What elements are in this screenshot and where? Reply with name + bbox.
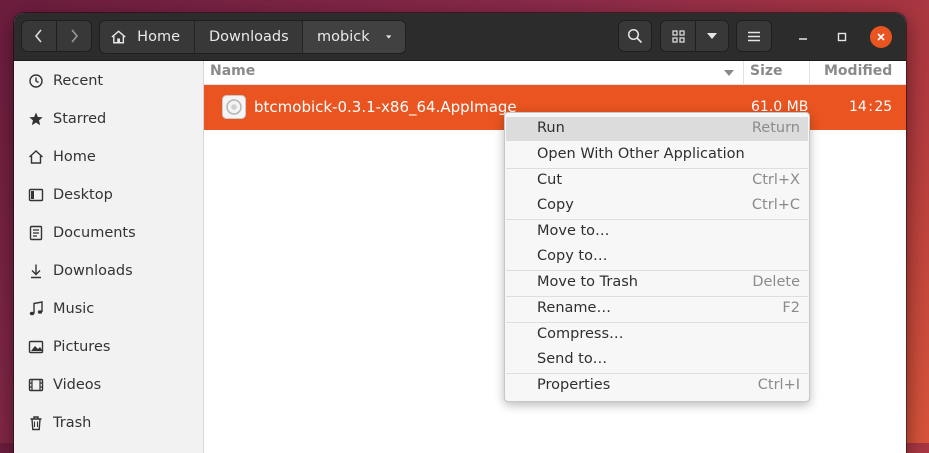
maximize-icon	[837, 32, 847, 42]
sidebar-item-music[interactable]: Music	[14, 291, 203, 327]
forward-button[interactable]	[56, 20, 92, 52]
sort-descending-icon	[724, 70, 734, 76]
trash-icon	[28, 415, 44, 431]
menu-item-label: Move to…	[537, 223, 610, 239]
download-icon	[28, 263, 44, 279]
menu-item-label: Copy	[537, 197, 574, 213]
menu-item-label: Properties	[537, 377, 611, 393]
sidebar-item-label: Home	[53, 149, 96, 165]
sidebar-item-label: Pictures	[53, 339, 111, 355]
menu-item-label: Compress…	[537, 326, 624, 342]
menu-item-copy[interactable]: Copy Ctrl+C	[506, 194, 808, 218]
grid-view-button[interactable]	[660, 20, 696, 52]
document-icon	[28, 225, 44, 241]
menu-item-label: Move to Trash	[537, 274, 638, 290]
sidebar-item-videos[interactable]: Videos	[14, 367, 203, 403]
header-bar: Home Downloads mobick	[14, 13, 906, 61]
sidebar-item-starred[interactable]: Starred	[14, 101, 203, 137]
menu-item-send-to[interactable]: Send to…	[506, 348, 808, 372]
column-header: Name Size Modified	[204, 61, 906, 85]
breadcrumb-label: Downloads	[209, 29, 289, 45]
menu-item-label: Copy to…	[537, 248, 608, 264]
breadcrumb-downloads[interactable]: Downloads	[195, 21, 303, 53]
menu-item-cut[interactable]: Cut Ctrl+X	[506, 169, 808, 193]
home-icon	[28, 149, 44, 165]
sidebar-item-documents[interactable]: Documents	[14, 215, 203, 251]
sidebar-item-downloads[interactable]: Downloads	[14, 253, 203, 289]
star-icon	[28, 111, 44, 127]
breadcrumb-mobick[interactable]: mobick	[303, 21, 405, 53]
sidebar-item-trash[interactable]: Trash	[14, 405, 203, 441]
main-menu-button[interactable]	[736, 20, 772, 52]
sidebar-item-label: Desktop	[53, 187, 113, 203]
sidebar-item-pictures[interactable]: Pictures	[14, 329, 203, 365]
close-icon	[877, 33, 885, 41]
menu-item-shortcut: Ctrl+C	[751, 197, 800, 213]
menu-item-label: Send to…	[537, 351, 608, 367]
chevron-down-icon	[707, 33, 717, 39]
sidebar-item-recent[interactable]: Recent	[14, 63, 203, 99]
sidebar-item-home[interactable]: Home	[14, 139, 203, 175]
file-name: btcmobick-0.3.1-x86_64.AppImage	[254, 98, 517, 116]
menu-item-compress[interactable]: Compress…	[506, 323, 808, 347]
grid-view-icon	[671, 29, 685, 43]
sidebar-item-label: Recent	[53, 73, 104, 89]
sidebar-item-desktop[interactable]: Desktop	[14, 177, 203, 213]
sidebar-item-label: Videos	[53, 377, 102, 393]
video-icon	[28, 377, 44, 393]
menu-item-rename[interactable]: Rename… F2	[506, 297, 808, 321]
menu-item-label: Cut	[537, 172, 562, 188]
menu-item-label: Open With Other Application	[537, 146, 745, 162]
column-name[interactable]: Name	[210, 63, 255, 79]
menu-item-open-with[interactable]: Open With Other Application	[506, 143, 808, 167]
chevron-right-icon	[71, 29, 79, 43]
sidebar-item-label: Trash	[53, 415, 92, 431]
sidebar-item-label: Downloads	[53, 263, 133, 279]
breadcrumb: Home Downloads mobick	[99, 20, 406, 54]
music-icon	[28, 301, 44, 317]
chevron-left-icon	[34, 29, 42, 43]
sidebar-item-label: Starred	[53, 111, 107, 127]
column-separator	[809, 61, 810, 84]
sidebar-item-label: Music	[53, 301, 95, 317]
minimize-button[interactable]	[792, 26, 814, 48]
file-modified: 14 : 25	[849, 99, 893, 115]
places-sidebar: Recent Starred Home Desktop Documents Do…	[14, 61, 204, 453]
menu-item-shortcut: F2	[782, 300, 800, 316]
chevron-down-icon	[385, 35, 391, 39]
back-button[interactable]	[21, 20, 57, 52]
view-options-button[interactable]	[695, 20, 729, 52]
menu-item-shortcut: Ctrl+I	[757, 377, 800, 393]
appimage-icon	[222, 95, 246, 119]
sidebar-item-label: Documents	[53, 225, 136, 241]
menu-item-move-to-trash[interactable]: Move to Trash Delete	[506, 271, 808, 295]
menu-item-label: Rename…	[537, 300, 611, 316]
menu-item-move-to[interactable]: Move to…	[506, 220, 808, 244]
menu-item-label: Run	[537, 120, 565, 136]
column-modified[interactable]: Modified	[824, 63, 892, 79]
home-icon	[111, 30, 126, 44]
menu-item-shortcut: Delete	[752, 274, 800, 290]
column-size[interactable]: Size	[750, 63, 783, 79]
maximize-button[interactable]	[831, 26, 853, 48]
clock-icon	[28, 73, 44, 89]
search-icon	[627, 28, 643, 44]
menu-item-run[interactable]: Run Return	[506, 117, 808, 141]
desktop-icon	[28, 187, 44, 203]
close-button[interactable]	[870, 26, 892, 48]
breadcrumb-label: Home	[137, 29, 180, 45]
minimize-icon	[799, 38, 807, 40]
menu-item-properties[interactable]: Properties Ctrl+I	[506, 374, 808, 398]
hamburger-icon	[748, 31, 760, 41]
menu-item-copy-to[interactable]: Copy to…	[506, 245, 808, 269]
breadcrumb-label: mobick	[317, 29, 370, 45]
breadcrumb-home[interactable]: Home	[100, 21, 195, 53]
column-separator	[743, 61, 744, 84]
picture-icon	[28, 339, 44, 355]
context-menu: Run Return Open With Other Application C…	[504, 112, 810, 402]
menu-item-shortcut: Return	[751, 120, 800, 136]
search-button[interactable]	[618, 20, 652, 52]
menu-item-shortcut: Ctrl+X	[752, 172, 800, 188]
